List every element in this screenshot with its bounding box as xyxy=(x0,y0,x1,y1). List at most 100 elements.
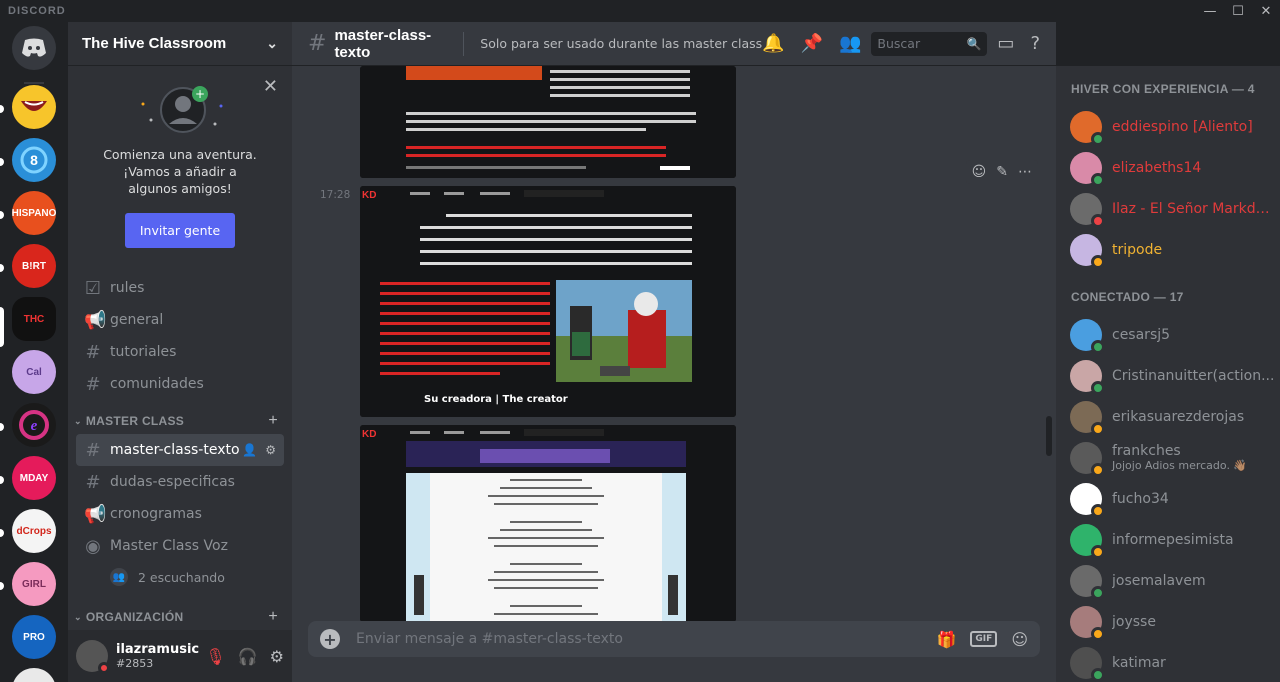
member-group-header: HIVER CON EXPERIENCIA — 4 xyxy=(1071,82,1255,96)
status-icon xyxy=(1091,462,1105,477)
channel-rules[interactable]: ☑ rules xyxy=(76,272,284,304)
headphones-icon[interactable]: 🎧 xyxy=(238,647,258,666)
member-item[interactable]: fucho34 xyxy=(1056,478,1280,519)
members-icon[interactable]: 👥 xyxy=(839,33,861,54)
scrollbar-thumb[interactable] xyxy=(1046,416,1052,456)
avatar xyxy=(1070,318,1105,354)
user-panel: ilazramusic #2853 🎙 🎧 ⚙ xyxy=(68,630,292,682)
member-item[interactable]: joysse xyxy=(1056,601,1280,642)
search-input[interactable]: Buscar 🔍 xyxy=(871,31,988,56)
bell-icon[interactable]: 🔔 xyxy=(762,33,784,54)
inbox-icon[interactable]: ▭ xyxy=(997,33,1014,54)
chevron-down-icon: ⌄ xyxy=(74,611,82,622)
channel-master-class-voz[interactable]: ◉ Master Class Voz xyxy=(76,530,284,562)
image-attachment[interactable]: KD xyxy=(360,186,736,417)
member-item[interactable]: katimar xyxy=(1056,642,1280,682)
member-activity: Jojojo Adios mercado. 👋🏽 xyxy=(1112,459,1248,472)
chevron-down-icon: ⌄ xyxy=(266,35,278,51)
server-icon[interactable]: Cal xyxy=(12,350,56,394)
member-name: Cristinanuitter(action... xyxy=(1112,367,1275,384)
category-organizacion[interactable]: ⌄ ORGANIZACIÓN + xyxy=(68,604,292,630)
channel-list: ☑ rules 📢 general # tutoriales # comunidades… xyxy=(68,272,292,630)
add-channel-icon[interactable]: + xyxy=(268,412,278,430)
avatar xyxy=(1070,523,1105,559)
channel-dudas-especificas[interactable]: # dudas-especificas xyxy=(76,466,284,498)
close-window-icon[interactable]: ✕ xyxy=(1252,0,1280,22)
member-item[interactable]: erikasuarezderojas xyxy=(1056,396,1280,437)
server-icon[interactable]: B!RT xyxy=(12,244,56,288)
member-group-header: CONECTADO — 17 xyxy=(1071,290,1184,304)
close-icon[interactable]: ✕ xyxy=(263,76,278,97)
channel-comunidades[interactable]: # comunidades xyxy=(76,368,284,400)
guild-header[interactable]: The Hive Classroom ⌄ xyxy=(68,22,292,66)
guild-name: The Hive Classroom xyxy=(82,35,227,52)
invite-text: Comienza una aventura. ¡Vamos a añadir a… xyxy=(103,147,257,196)
server-icon[interactable]: dCrops xyxy=(12,509,56,553)
add-channel-icon[interactable]: + xyxy=(268,608,278,626)
server-icon[interactable]: e xyxy=(12,403,56,447)
member-item[interactable]: Ilaz - El Señor Markdo... xyxy=(1056,188,1280,229)
embed-caption: Su creadora | The creator xyxy=(424,394,568,405)
server-icon[interactable]: HISPANO xyxy=(12,191,56,235)
gear-icon[interactable]: ⚙ xyxy=(270,647,284,666)
add-reaction-icon[interactable]: ☺ xyxy=(972,164,987,180)
channel-master-class-texto[interactable]: # master-class-texto 👤 ⚙ xyxy=(76,434,284,466)
chevron-down-icon: ⌄ xyxy=(74,415,82,426)
member-item[interactable]: elizabeths14 xyxy=(1056,147,1280,188)
member-item[interactable]: eddiespino [Aliento] xyxy=(1056,106,1280,147)
invite-user-icon[interactable]: 👤 xyxy=(242,443,257,457)
gift-icon[interactable]: 🎁 xyxy=(937,630,957,649)
minimize-icon[interactable]: — xyxy=(1196,0,1224,22)
channel-cronogramas[interactable]: 📢 cronogramas xyxy=(76,498,284,530)
channel-tutoriales[interactable]: # tutoriales xyxy=(76,336,284,368)
member-item[interactable]: cesarsj5 xyxy=(1056,314,1280,355)
rail-separator xyxy=(24,82,44,84)
channel-general[interactable]: 📢 general xyxy=(76,304,284,336)
server-icon[interactable] xyxy=(12,668,56,682)
hash-icon: # xyxy=(85,341,101,363)
server-icon[interactable]: 8 xyxy=(12,138,56,182)
hash-icon: # xyxy=(308,31,327,56)
svg-text:KD: KD xyxy=(362,190,376,201)
member-name: erikasuarezderojas xyxy=(1112,408,1245,425)
server-icon[interactable]: GIRL xyxy=(12,562,56,606)
member-item[interactable]: Cristinanuitter(action... xyxy=(1056,355,1280,396)
emoji-icon[interactable]: ☺ xyxy=(1011,630,1028,649)
avatar xyxy=(1070,564,1105,600)
member-name: fucho34 xyxy=(1112,490,1169,507)
more-icon[interactable]: ⋯ xyxy=(1018,164,1032,180)
server-icon[interactable]: MDAY xyxy=(12,456,56,500)
server-icon[interactable]: PRO xyxy=(12,615,56,659)
stage-listeners[interactable]: 👥 2 escuchando xyxy=(68,562,292,592)
gif-button[interactable]: GIF xyxy=(970,631,998,647)
avatar[interactable] xyxy=(76,640,110,674)
avatar xyxy=(1070,441,1105,477)
channel-topic[interactable]: Solo para ser usado durante las master c… xyxy=(480,36,762,51)
status-icon xyxy=(1091,380,1105,395)
status-icon xyxy=(1091,503,1105,518)
rules-channel-icon: ☑ xyxy=(84,277,102,299)
image-attachment[interactable]: KD xyxy=(360,425,736,622)
image-attachment[interactable] xyxy=(360,66,736,178)
discord-home-icon[interactable] xyxy=(12,26,56,70)
member-item[interactable]: informepesimista xyxy=(1056,519,1280,560)
invite-people-button[interactable]: Invitar gente xyxy=(124,213,236,248)
member-item[interactable]: frankches Jojojo Adios mercado. 👋🏽 xyxy=(1056,437,1280,478)
server-icon-active[interactable]: THC xyxy=(12,297,56,341)
server-icon[interactable] xyxy=(12,85,56,129)
maximize-icon[interactable]: ☐ xyxy=(1224,0,1252,22)
member-list: HIVER CON EXPERIENCIA — 4 eddiespino [Al… xyxy=(1056,66,1280,682)
member-item[interactable]: josemalavem xyxy=(1056,560,1280,601)
category-master-class[interactable]: ⌄ MASTER CLASS + xyxy=(68,408,292,434)
add-attachment-icon[interactable]: + xyxy=(320,629,340,649)
microphone-muted-icon[interactable]: 🎙 xyxy=(205,647,225,666)
help-icon[interactable]: ? xyxy=(1030,33,1040,54)
gear-icon[interactable]: ⚙ xyxy=(265,443,276,457)
announcement-icon: 📢 xyxy=(84,309,107,331)
status-icon xyxy=(1091,172,1105,187)
status-icon xyxy=(1091,626,1105,641)
edit-icon[interactable]: ✎ xyxy=(996,164,1008,180)
member-item[interactable]: tripode xyxy=(1056,229,1280,270)
pin-icon[interactable]: 📌 xyxy=(801,33,823,54)
message-input[interactable] xyxy=(356,631,937,647)
